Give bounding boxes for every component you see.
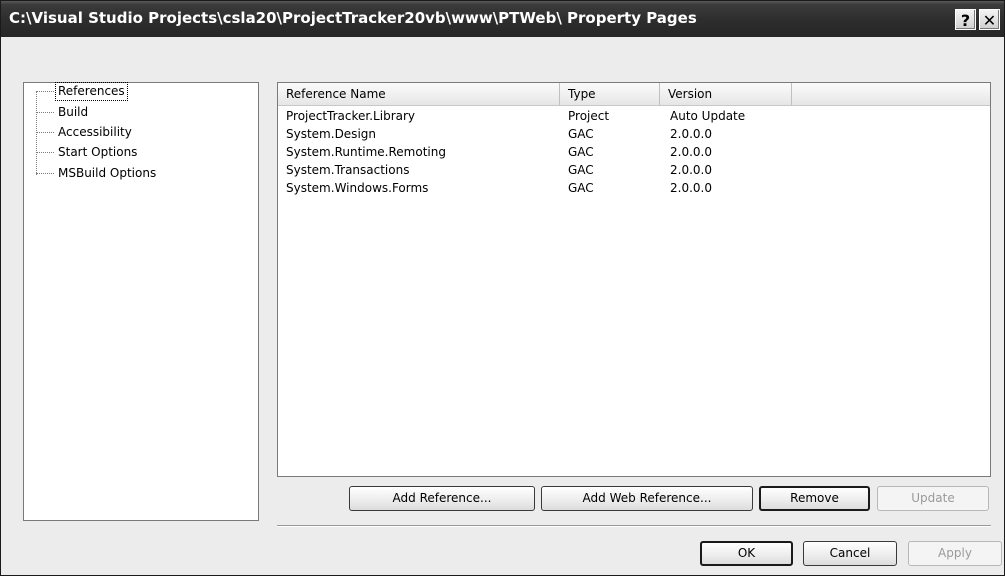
version-cell: 2.0.0.0 — [670, 145, 712, 159]
apply-button[interactable]: Apply — [908, 541, 1002, 566]
version-cell: Auto Update — [670, 109, 746, 123]
tree-item-label: Accessibility — [58, 125, 132, 139]
update-button[interactable]: Update — [877, 486, 989, 511]
table-row[interactable]: ProjectTracker.Library Project Auto Upda… — [278, 107, 990, 125]
add-reference-button[interactable]: Add Reference... — [349, 486, 535, 511]
remove-button[interactable]: Remove — [759, 486, 870, 511]
cancel-button[interactable]: Cancel — [803, 541, 897, 566]
property-pages-dialog: C:\Visual Studio Projects\csla20\Project… — [0, 0, 1005, 576]
close-icon: ✕ — [982, 11, 997, 30]
window-title: C:\Visual Studio Projects\csla20\Project… — [9, 9, 697, 27]
table-row[interactable]: System.Design GAC 2.0.0.0 — [278, 125, 990, 143]
dialog-separator — [277, 525, 991, 527]
reference-name-cell: System.Transactions — [286, 163, 410, 177]
type-cell: GAC — [568, 145, 594, 159]
list-header: Reference Name Type Version — [278, 83, 990, 106]
type-cell: GAC — [568, 181, 594, 195]
help-icon: ? — [960, 11, 971, 30]
tree-item-label: Start Options — [58, 145, 138, 159]
tree-connector — [36, 104, 54, 113]
type-cell: GAC — [568, 127, 594, 141]
version-cell: 2.0.0.0 — [670, 127, 712, 141]
column-header-type[interactable]: Type — [560, 83, 660, 105]
reference-name-cell: System.Design — [286, 127, 376, 141]
reference-name-cell: ProjectTracker.Library — [286, 109, 416, 123]
close-button[interactable]: ✕ — [979, 9, 1000, 30]
references-list[interactable]: Reference Name Type Version ProjectTrack… — [277, 82, 991, 477]
ok-button[interactable]: OK — [700, 541, 793, 566]
version-cell: 2.0.0.0 — [670, 181, 712, 195]
reference-name-cell: System.Runtime.Remoting — [286, 145, 446, 159]
table-row[interactable]: System.Transactions GAC 2.0.0.0 — [278, 161, 990, 179]
tree-item-label: Build — [58, 105, 89, 119]
reference-name-cell: System.Windows.Forms — [286, 181, 429, 195]
column-header-reference-name[interactable]: Reference Name — [278, 83, 560, 105]
title-bar[interactable]: C:\Visual Studio Projects\csla20\Project… — [1, 1, 1004, 37]
tree-connector — [36, 165, 54, 174]
tree-connector — [36, 83, 54, 92]
table-row[interactable]: System.Windows.Forms GAC 2.0.0.0 — [278, 179, 990, 197]
tree-item-label: References — [55, 82, 128, 101]
tree-connector — [36, 124, 54, 133]
add-web-reference-button[interactable]: Add Web Reference... — [541, 486, 753, 511]
help-button[interactable]: ? — [955, 9, 976, 30]
type-cell: GAC — [568, 163, 594, 177]
type-cell: Project — [568, 109, 610, 123]
version-cell: 2.0.0.0 — [670, 163, 712, 177]
tree-connector — [36, 144, 54, 153]
column-header-version[interactable]: Version — [660, 83, 792, 105]
settings-tree: References Build Accessibility Start Opt… — [23, 82, 259, 521]
table-row[interactable]: System.Runtime.Remoting GAC 2.0.0.0 — [278, 143, 990, 161]
tree-item-label: MSBuild Options — [58, 166, 157, 180]
